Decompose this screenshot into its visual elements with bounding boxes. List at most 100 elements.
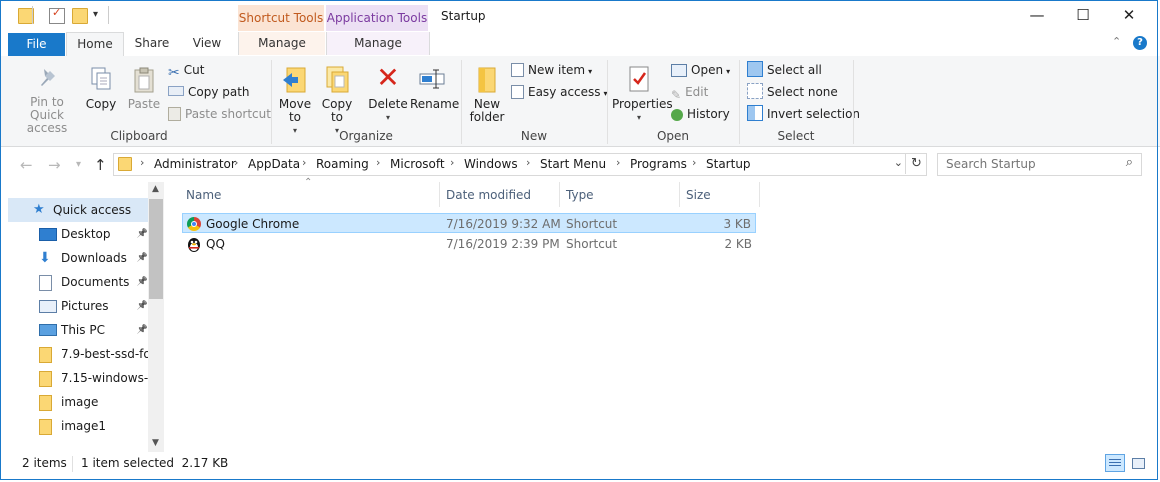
open-button[interactable]: Open ▾ [671, 60, 730, 80]
navigation-pane: ★ Quick access Desktop 📌 ⬇ Downloads 📌 Document… [8, 182, 164, 452]
sidebar-item[interactable]: image1 [8, 414, 150, 438]
sidebar-item[interactable]: ★ Quick access [8, 198, 150, 222]
forward-arrow-icon[interactable]: → [48, 156, 61, 174]
rename-button[interactable]: Rename [410, 64, 459, 111]
paste-shortcut-button[interactable]: Paste shortcut [168, 104, 271, 124]
address-bar[interactable]: › Administrator › AppData › Roaming › Microsoft… [113, 153, 927, 176]
sidebar-item[interactable]: 7.15-windows-10 [8, 366, 150, 390]
file-row[interactable]: QQ 7/16/2019 2:39 PM Shortcut 2 KB [182, 234, 756, 254]
sidebar-item[interactable]: Pictures 📌 [8, 294, 150, 318]
delete-x-icon: ✕ [376, 61, 400, 94]
sidebar-item[interactable]: Desktop 📌 [8, 222, 150, 246]
search-box[interactable]: ⌕ [937, 153, 1142, 176]
breadcrumb-chevron-icon[interactable]: › [234, 156, 238, 169]
shortcut-tools-context-tab: Shortcut Tools [238, 5, 324, 31]
download-icon: ⬇ [39, 250, 51, 266]
sidebar-item-label: Desktop [61, 227, 111, 241]
breadcrumb-chevron-icon[interactable]: › [376, 156, 380, 169]
scroll-up-icon[interactable]: ▲ [152, 184, 159, 194]
breadcrumb-chevron-icon[interactable]: › [692, 156, 696, 169]
address-history-chevron-icon[interactable]: ⌄ [894, 156, 903, 169]
select-all-button[interactable]: Select all [747, 60, 822, 80]
breadcrumb-item[interactable]: Start Menu [540, 157, 606, 171]
column-header-date[interactable]: Date modified [446, 187, 531, 207]
breadcrumb-chevron-icon[interactable]: › [302, 156, 306, 169]
scrollbar-thumb[interactable] [149, 199, 163, 299]
folder-icon [39, 395, 52, 411]
move-to-button[interactable]: Move to ▾ [278, 64, 312, 137]
tab-home[interactable]: Home [66, 32, 124, 57]
maximize-button[interactable]: ☐ [1060, 0, 1106, 32]
collapse-ribbon-icon[interactable]: ⌃ [1112, 35, 1121, 48]
tab-shortcut-manage[interactable]: Manage [238, 32, 325, 55]
breadcrumb-item[interactable]: Windows [464, 157, 518, 171]
column-header-type[interactable]: Type [566, 187, 594, 207]
invert-selection-button[interactable]: Invert selection [747, 104, 860, 124]
column-separator[interactable] [759, 182, 760, 207]
column-separator[interactable] [439, 182, 440, 207]
copy-button[interactable]: Copy [84, 66, 118, 111]
new-item-button[interactable]: New item ▾ [511, 60, 592, 80]
recent-locations-icon[interactable]: ▾ [76, 159, 81, 170]
close-button[interactable]: ✕ [1106, 0, 1152, 32]
copy-path-button[interactable]: Copy path [168, 82, 250, 102]
edit-button[interactable]: ✎ Edit [671, 82, 708, 102]
dropdown-arrow-icon: ▾ [636, 113, 641, 122]
tab-application-manage[interactable]: Manage [326, 32, 430, 55]
sidebar-item[interactable]: Documents 📌 [8, 270, 150, 294]
column-header-name[interactable]: Name [186, 187, 221, 207]
up-arrow-icon[interactable]: ↑ [94, 156, 107, 174]
qq-penguin-icon [187, 237, 201, 252]
cut-button[interactable]: ✂ Cut [168, 60, 205, 81]
breadcrumb-chevron-icon[interactable]: › [450, 156, 454, 169]
organize-group-label: Organize [339, 129, 393, 143]
navigation-scrollbar[interactable]: ▲ ▼ [148, 182, 164, 452]
breadcrumb-item[interactable]: Administrator [154, 157, 236, 171]
breadcrumb-item[interactable]: AppData [248, 157, 300, 171]
window-title: Startup [441, 9, 486, 23]
scroll-down-icon[interactable]: ▼ [152, 438, 159, 448]
refresh-icon[interactable]: ↻ [905, 153, 927, 174]
breadcrumb-item[interactable]: Microsoft [390, 157, 445, 171]
breadcrumb-item[interactable]: Startup [706, 157, 751, 171]
copy-to-button[interactable]: Copy to ▾ [320, 64, 354, 137]
easy-access-button[interactable]: Easy access ▾ [511, 82, 608, 102]
tab-view[interactable]: View [182, 32, 232, 56]
new-folder-icon[interactable] [72, 8, 88, 24]
breadcrumb-item[interactable]: Programs [630, 157, 687, 171]
breadcrumb-chevron-icon[interactable]: › [616, 156, 620, 169]
folder-icon [39, 419, 52, 435]
back-arrow-icon[interactable]: ← [20, 156, 33, 174]
status-bar: 2 items 1 item selected 2.17 KB [0, 452, 1160, 476]
details-view-icon[interactable] [1105, 454, 1125, 472]
select-none-button[interactable]: Select none [747, 82, 838, 102]
tab-share[interactable]: Share [126, 32, 178, 56]
column-header-size[interactable]: Size [686, 187, 711, 207]
sidebar-item[interactable]: image [8, 390, 150, 414]
customize-toolbar-icon[interactable]: ▾ [93, 9, 107, 23]
sidebar-item[interactable]: 7.9-best-ssd-for- [8, 342, 150, 366]
column-separator[interactable] [679, 182, 680, 207]
column-separator[interactable] [559, 182, 560, 207]
minimize-button[interactable]: — [1014, 0, 1060, 32]
sidebar-item[interactable]: This PC 📌 [8, 318, 150, 342]
breadcrumb-item[interactable]: Roaming [316, 157, 369, 171]
search-input[interactable] [938, 154, 1116, 173]
pin-to-quick-access-button[interactable]: Pin to Quick access [12, 66, 82, 135]
sidebar-item[interactable]: ⬇ Downloads 📌 [8, 246, 150, 270]
breadcrumb-chevron-icon[interactable]: › [526, 156, 530, 169]
tab-file[interactable]: File [8, 33, 65, 56]
large-icons-view-icon[interactable] [1128, 454, 1148, 472]
properties-check-icon[interactable]: ✓ [49, 6, 65, 24]
help-icon[interactable]: ? [1133, 36, 1147, 50]
properties-icon [628, 64, 650, 92]
breadcrumb-chevron-icon[interactable]: › [140, 156, 144, 169]
file-row[interactable]: Google Chrome 7/16/2019 9:32 AM Shortcut… [182, 213, 756, 233]
paste-button[interactable]: Paste [124, 66, 164, 111]
history-button[interactable]: History [671, 104, 730, 124]
delete-button[interactable]: ✕ Delete ▾ [368, 64, 408, 124]
sidebar-item-label: 7.9-best-ssd-for- [61, 347, 150, 361]
properties-button[interactable]: Properties ▾ [612, 64, 673, 124]
new-folder-button[interactable]: New folder [468, 64, 506, 124]
cut-label: Cut [183, 63, 205, 77]
